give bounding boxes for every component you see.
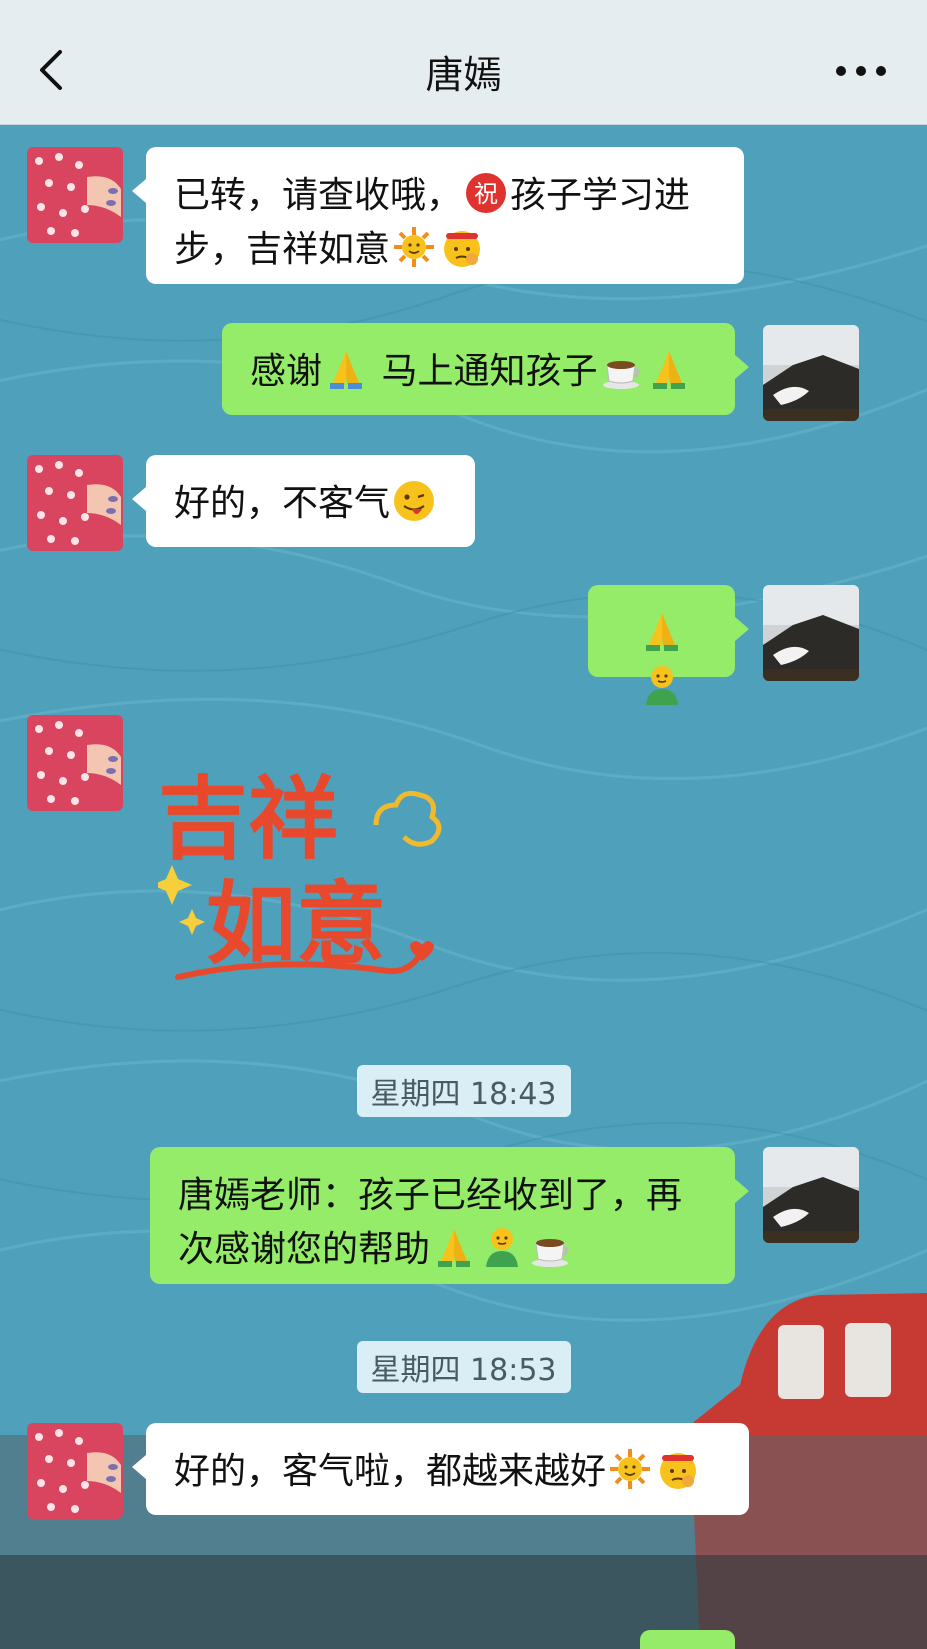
contact-avatar[interactable] bbox=[27, 455, 123, 551]
smiling-person-icon bbox=[480, 1225, 524, 1269]
determined-face-icon bbox=[440, 225, 484, 269]
folded-hands-icon bbox=[647, 347, 691, 391]
heart-icon bbox=[410, 941, 434, 961]
contact-avatar[interactable] bbox=[27, 715, 123, 811]
cloud-icon bbox=[373, 790, 442, 847]
message-text: 马上通知孩子 bbox=[381, 351, 598, 392]
svg-text:祝: 祝 bbox=[474, 180, 498, 208]
message-text: 感谢 bbox=[250, 351, 323, 392]
hot-beverage-icon bbox=[599, 347, 643, 391]
sticker-message[interactable]: 吉祥 如意 bbox=[152, 745, 458, 1015]
folded-hands-icon bbox=[432, 1225, 476, 1269]
my-avatar[interactable] bbox=[763, 1147, 859, 1243]
message-text: 好的，不客气 bbox=[174, 483, 391, 524]
message-text: 次感谢您的帮助 bbox=[178, 1229, 431, 1270]
zhu-blessing-icon: 祝 bbox=[464, 171, 508, 215]
message-text: 好的，客气啦，都越来越好 bbox=[174, 1451, 607, 1492]
contact-avatar[interactable] bbox=[27, 147, 123, 243]
chat-title: 唐嫣 bbox=[425, 53, 502, 97]
message-bubble[interactable]: 好的，客气啦，都越来越好 bbox=[132, 1423, 749, 1515]
my-avatar[interactable] bbox=[763, 325, 859, 421]
winking-tongue-face-icon bbox=[392, 479, 436, 523]
partial-message-bubble[interactable] bbox=[640, 1630, 735, 1649]
message-text: 步，吉祥如意 bbox=[174, 229, 391, 270]
back-button[interactable] bbox=[30, 44, 74, 96]
message-bubble[interactable] bbox=[588, 585, 749, 705]
sun-icon bbox=[392, 225, 436, 269]
timestamp: 星期四 18:53 bbox=[356, 1341, 571, 1393]
chevron-left-icon bbox=[40, 50, 62, 90]
contact-avatar[interactable] bbox=[27, 1423, 123, 1519]
folded-hands-icon bbox=[640, 609, 684, 653]
more-dots-icon bbox=[836, 66, 886, 76]
message-text: 唐嫣老师：孩子已经收到了，再 bbox=[178, 1175, 683, 1216]
message-text: 已转，请查收哦， bbox=[174, 175, 463, 216]
sticker-text-line1: 吉祥 bbox=[158, 766, 338, 872]
sun-icon bbox=[608, 1447, 652, 1491]
sticker-text-line2: 如意 bbox=[206, 871, 386, 977]
more-options-button[interactable] bbox=[833, 60, 889, 82]
smiling-person-icon bbox=[640, 663, 684, 707]
folded-hands-icon bbox=[324, 347, 368, 391]
message-bubble[interactable]: 唐嫣老师：孩子已经收到了，再 次感谢您的帮助 bbox=[150, 1147, 749, 1284]
hot-beverage-icon bbox=[528, 1225, 572, 1269]
top-bar: 唐嫣 bbox=[0, 0, 927, 125]
message-bubble[interactable]: 好的，不客气 bbox=[132, 455, 475, 547]
message-bubble[interactable]: 感谢 马上通知孩子 bbox=[222, 323, 749, 415]
chat-area[interactable]: 已转，请查收哦， 祝孩子学习进 步，吉祥如意 感谢 马上通知孩子 好的，不客气 吉… bbox=[0, 125, 927, 1649]
sparkle-icon bbox=[179, 909, 205, 935]
determined-face-icon bbox=[656, 1447, 700, 1491]
message-text: 孩子学习进 bbox=[510, 175, 691, 216]
my-avatar[interactable] bbox=[763, 585, 859, 681]
message-bubble[interactable]: 已转，请查收哦， 祝孩子学习进 步，吉祥如意 bbox=[132, 147, 744, 284]
timestamp: 星期四 18:43 bbox=[356, 1065, 571, 1117]
